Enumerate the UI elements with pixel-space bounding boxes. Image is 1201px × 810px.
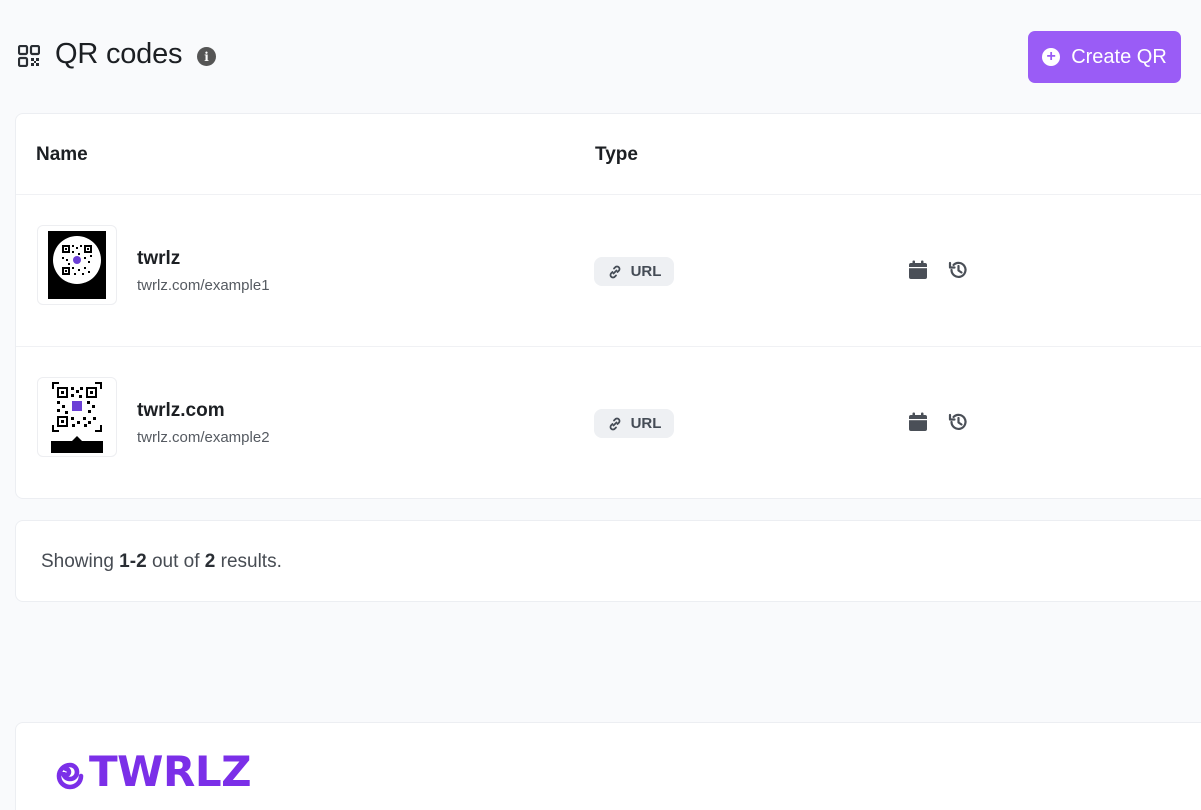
link-icon (609, 265, 620, 278)
type-badge-label: URL (630, 415, 662, 432)
pagination-total: 2 (204, 551, 216, 572)
twrlz-logo[interactable]: TWRLZ (45, 747, 252, 796)
spiral-logo-icon (56, 762, 84, 790)
pagination-prefix: Showing (41, 551, 114, 572)
type-badge: URL (594, 257, 674, 286)
pagination-range-start: 1 (119, 551, 130, 572)
qr-thumbnail-image (48, 231, 106, 299)
page-header: QR codes i + Create QR (18, 30, 1181, 84)
type-badge: URL (594, 409, 674, 438)
pagination-card: Showing 1-2 out of 2 results. (15, 520, 1201, 602)
footer: TWRLZ (15, 722, 1201, 810)
table-row[interactable]: twrlz twrlz.com/example1 URL (16, 195, 1201, 347)
create-qr-label: Create QR (1071, 45, 1167, 68)
create-qr-button[interactable]: + Create QR (1028, 31, 1181, 83)
qr-name[interactable]: twrlz.com (137, 400, 225, 422)
history-icon[interactable] (947, 259, 969, 281)
qr-thumbnail-image (51, 381, 103, 453)
pagination-summary: Showing 1-2 out of 2 results. (41, 551, 282, 573)
type-badge-label: URL (630, 263, 662, 280)
qr-url[interactable]: twrlz.com/example2 (137, 429, 270, 446)
plus-circle-icon: + (1042, 48, 1061, 66)
calendar-icon[interactable] (907, 411, 929, 433)
logo-text: TWRLZ (89, 747, 252, 796)
qr-url[interactable]: twrlz.com/example1 (137, 277, 270, 294)
table-row[interactable]: twrlz.com twrlz.com/example2 URL (16, 347, 1201, 499)
qr-codes-table: Name Type twrlz twrlz.com/example1 URL t… (15, 113, 1201, 499)
qr-name[interactable]: twrlz (137, 248, 180, 270)
calendar-icon[interactable] (907, 259, 929, 281)
history-icon[interactable] (947, 411, 969, 433)
link-icon (609, 417, 620, 430)
page-title: QR codes (55, 38, 183, 70)
qr-code-icon (18, 45, 40, 67)
qr-thumbnail[interactable] (37, 377, 117, 457)
page: QR codes i + Create QR Name Type twrlz t… (0, 0, 1201, 810)
column-header-name[interactable]: Name (36, 144, 88, 166)
column-header-type[interactable]: Type (595, 144, 638, 166)
pagination-range-end: 2 (136, 551, 147, 572)
pagination-middle: out of (151, 551, 200, 572)
qr-thumbnail[interactable] (37, 225, 117, 305)
info-icon[interactable]: i (197, 47, 216, 66)
pagination-suffix: results. (220, 551, 282, 572)
